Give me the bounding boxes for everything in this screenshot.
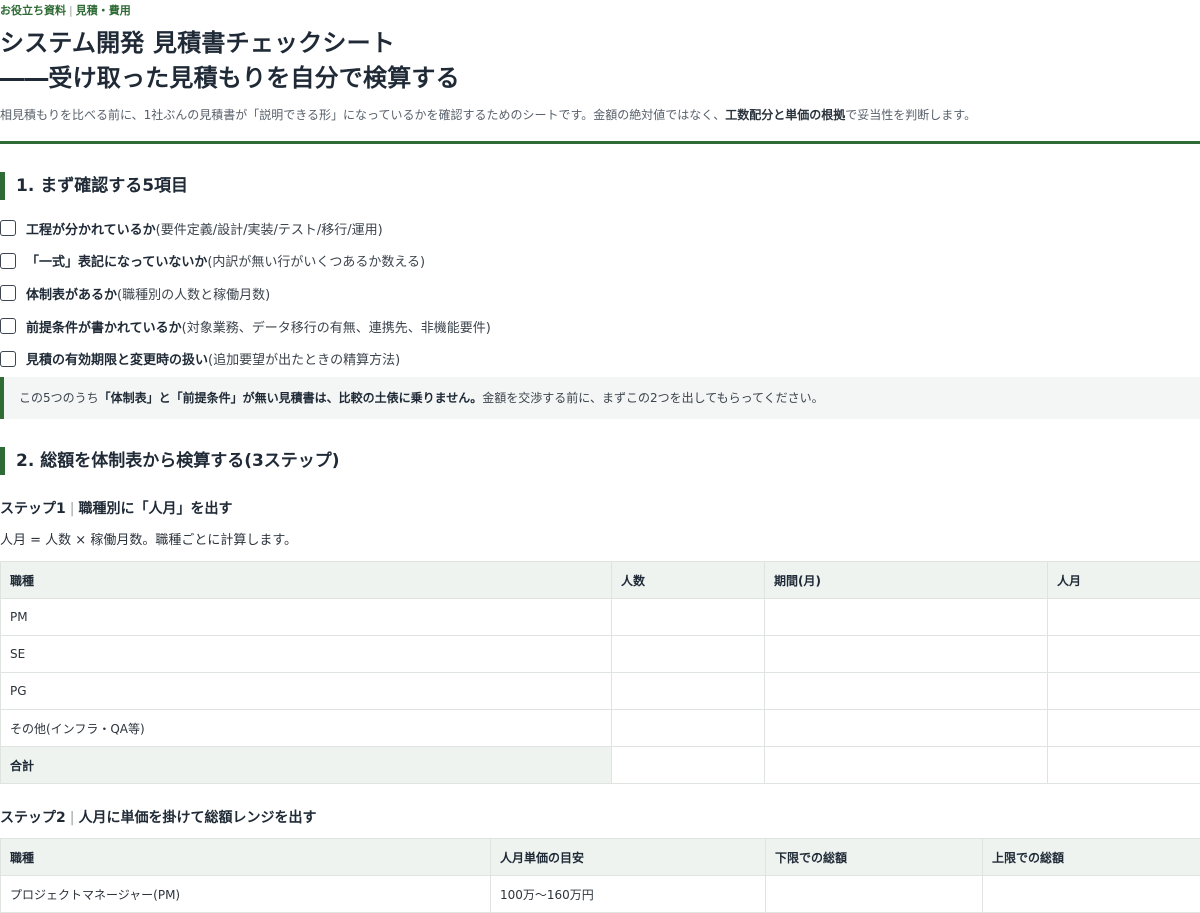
- headcount-input-cell[interactable]: [612, 636, 765, 673]
- eyebrow-separator: |: [69, 4, 73, 17]
- step-1-heading: ステップ1|職種別に「人月」を出す: [0, 498, 232, 518]
- section-2-heading: 2. 総額を体制表から検算する(3ステップ): [0, 447, 600, 475]
- checklist-item[interactable]: 工程が分かれているか (要件定義/設計/実装/テスト/移行/運用): [0, 212, 1200, 245]
- table-row: SE: [1, 636, 1200, 673]
- title-line-1: システム開発 見積書チェックシート: [0, 29, 395, 57]
- total-headcount-cell[interactable]: [612, 747, 765, 784]
- role-cell: PM: [1, 599, 612, 636]
- table-row: PM: [1, 599, 1200, 636]
- unit-price-table: 職種 人月単価の目安 下限での総額 上限での総額 プロジェクトマネージャー(PM…: [0, 838, 1200, 913]
- section-1-heading: 1. まず確認する5項目: [0, 172, 600, 200]
- total-label-cell: 合計: [1, 747, 612, 784]
- step-1-title: 職種別に「人月」を出す: [78, 501, 232, 517]
- column-header-upper-total: 上限での総額: [983, 839, 1200, 876]
- lead-paragraph: 相見積もりを比べる前に、1社ぶんの見積書が「説明できる形」になっているかを確認す…: [0, 106, 976, 123]
- role-cell: プロジェクトマネージャー(PM): [1, 876, 491, 913]
- checkbox[interactable]: [0, 220, 16, 236]
- period-input-cell[interactable]: [765, 710, 1048, 747]
- total-period-cell[interactable]: [765, 747, 1048, 784]
- column-header-headcount: 人数: [612, 562, 765, 599]
- table-total-row: 合計: [1, 747, 1200, 784]
- header-divider: [0, 141, 1200, 144]
- callout-emphasis: 「体制表」と「前提条件」が無い見積書は、比較の土俵に乗りません。: [99, 391, 483, 405]
- checklist: 工程が分かれているか (要件定義/設計/実装/テスト/移行/運用) 「一式」表記…: [0, 212, 1200, 375]
- checkbox[interactable]: [0, 253, 16, 269]
- step-1-separator: |: [70, 501, 75, 517]
- step-2-label: ステップ2: [0, 810, 66, 826]
- checklist-item[interactable]: 見積の有効期限と変更時の扱い (追加要望が出たときの精算方法): [0, 342, 1200, 375]
- table-header-row: 職種 人数 期間(月) 人月: [1, 562, 1200, 599]
- person-months-input-cell[interactable]: [1048, 636, 1200, 673]
- table-row: PG: [1, 673, 1200, 710]
- checklist-item-label: 「一式」表記になっていないか: [26, 251, 207, 270]
- role-cell: SE: [1, 636, 612, 673]
- checkbox[interactable]: [0, 318, 16, 334]
- period-input-cell[interactable]: [765, 599, 1048, 636]
- checklist-item-note: (追加要望が出たときの精算方法): [208, 349, 400, 368]
- callout-note: この5つのうち「体制表」と「前提条件」が無い見積書は、比較の土俵に乗りません。金…: [0, 377, 1200, 419]
- table-row: その他(インフラ・QA等): [1, 710, 1200, 747]
- column-header-person-months: 人月: [1048, 562, 1200, 599]
- table-row: プロジェクトマネージャー(PM) 100万〜160万円: [1, 876, 1200, 913]
- eyebrow-topic: 見積・費用: [76, 4, 131, 17]
- eyebrow-category: お役立ち資料: [0, 4, 66, 17]
- role-cell: PG: [1, 673, 612, 710]
- role-cell: その他(インフラ・QA等): [1, 710, 612, 747]
- checkbox[interactable]: [0, 351, 16, 367]
- checklist-item-note: (内訳が無い行がいくつあるか数える): [207, 251, 425, 270]
- person-months-input-cell[interactable]: [1048, 673, 1200, 710]
- lead-emphasis: 工数配分と単価の根拠: [725, 108, 845, 122]
- callout-prefix: この5つのうち: [19, 391, 99, 405]
- lead-before: 相見積もりを比べる前に、1社ぶんの見積書が「説明できる形」になっているかを確認す…: [0, 108, 725, 122]
- checklist-item-note: (要件定義/設計/実装/テスト/移行/運用): [156, 219, 383, 238]
- page-title: システム開発 見積書チェックシート ――受け取った見積もりを自分で検算する: [0, 26, 460, 96]
- checklist-item-label: 工程が分かれているか: [26, 219, 156, 238]
- period-input-cell[interactable]: [765, 673, 1048, 710]
- headcount-input-cell[interactable]: [612, 710, 765, 747]
- headcount-input-cell[interactable]: [612, 599, 765, 636]
- checklist-item-label: 前提条件が書かれているか: [26, 317, 182, 336]
- column-header-role: 職種: [1, 562, 612, 599]
- checklist-item-note: (対象業務、データ移行の有無、連携先、非機能要件): [182, 317, 491, 336]
- checklist-item-label: 体制表があるか: [26, 284, 117, 303]
- eyebrow: お役立ち資料|見積・費用: [0, 2, 131, 18]
- period-input-cell[interactable]: [765, 636, 1048, 673]
- step-1-formula: 人月 = 人数 × 稼働月数。職種ごとに計算します。: [0, 529, 297, 548]
- callout-suffix: 金額を交渉する前に、まずこの2つを出してもらってください。: [482, 391, 823, 405]
- unit-price-cell: 100万〜160万円: [491, 876, 766, 913]
- column-header-period: 期間(月): [765, 562, 1048, 599]
- checklist-item-note: (職種別の人数と稼働月数): [117, 284, 270, 303]
- step-1-label: ステップ1: [0, 501, 66, 517]
- checklist-item-label: 見積の有効期限と変更時の扱い: [26, 349, 208, 368]
- table-header-row: 職種 人月単価の目安 下限での総額 上限での総額: [1, 839, 1200, 876]
- step-2-separator: |: [70, 810, 75, 826]
- checklist-item[interactable]: 「一式」表記になっていないか (内訳が無い行がいくつあるか数える): [0, 245, 1200, 278]
- lower-total-input-cell[interactable]: [766, 876, 983, 913]
- lead-after: で妥当性を判断します。: [845, 108, 976, 122]
- checklist-item[interactable]: 体制表があるか (職種別の人数と稼働月数): [0, 277, 1200, 310]
- step-2-heading: ステップ2|人月に単価を掛けて総額レンジを出す: [0, 807, 316, 827]
- total-person-months-cell[interactable]: [1048, 747, 1200, 784]
- step-2-title: 人月に単価を掛けて総額レンジを出す: [78, 810, 316, 826]
- column-header-lower-total: 下限での総額: [766, 839, 983, 876]
- column-header-unit-price: 人月単価の目安: [491, 839, 766, 876]
- person-months-input-cell[interactable]: [1048, 710, 1200, 747]
- person-months-input-cell[interactable]: [1048, 599, 1200, 636]
- person-month-table: 職種 人数 期間(月) 人月 PM SE PG その他(インフラ・QA等): [0, 561, 1200, 784]
- checkbox[interactable]: [0, 285, 16, 301]
- column-header-role: 職種: [1, 839, 491, 876]
- headcount-input-cell[interactable]: [612, 673, 765, 710]
- upper-total-input-cell[interactable]: [983, 876, 1200, 913]
- title-line-2: ――受け取った見積もりを自分で検算する: [0, 64, 460, 92]
- checklist-item[interactable]: 前提条件が書かれているか (対象業務、データ移行の有無、連携先、非機能要件): [0, 310, 1200, 343]
